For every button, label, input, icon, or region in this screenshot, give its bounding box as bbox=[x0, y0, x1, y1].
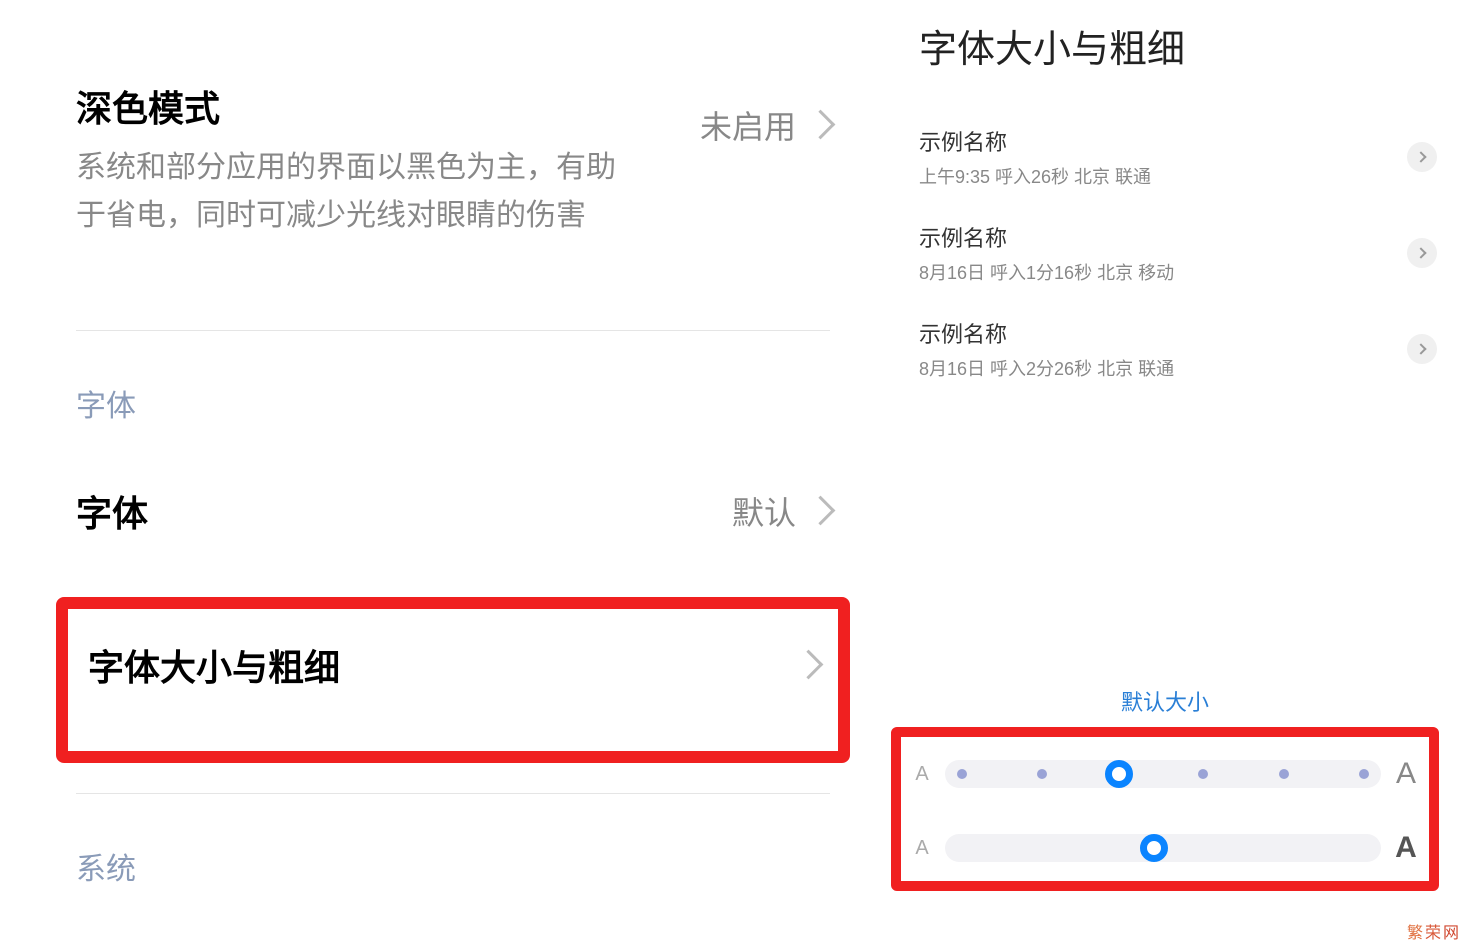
font-value: 默认 bbox=[732, 488, 796, 534]
chevron-right-icon bbox=[814, 497, 830, 525]
chevron-right-icon bbox=[802, 651, 818, 679]
slider-stop bbox=[957, 769, 967, 779]
slider-stop bbox=[1279, 769, 1289, 779]
font-value-area: 默认 bbox=[732, 488, 830, 534]
chevron-right-icon bbox=[814, 111, 830, 139]
dark-mode-row[interactable]: 深色模式 系统和部分应用的界面以黑色为主，有助于省电，同时可减少光线对眼睛的伤害… bbox=[76, 80, 830, 290]
font-row[interactable]: 字体 默认 bbox=[76, 485, 830, 587]
section-header-font: 字体 bbox=[76, 381, 830, 425]
sample-sub: 上午9:35 呼入26秒 北京 联通 bbox=[919, 163, 1407, 189]
slider-highlight-annotation: A A A A bbox=[891, 727, 1439, 891]
font-size-weight-title: 字体大小与粗细 bbox=[88, 639, 340, 691]
default-size-label: 默认大小 bbox=[885, 685, 1445, 717]
font-size-slider-row: A A bbox=[911, 757, 1419, 791]
font-weight-slider-row: A A bbox=[911, 831, 1419, 865]
slider-stop bbox=[1198, 769, 1208, 779]
sample-sub: 8月16日 呼入2分26秒 北京 联通 bbox=[919, 355, 1407, 381]
highlight-annotation: 字体大小与粗细 bbox=[56, 597, 850, 763]
letter-small-icon: A bbox=[911, 763, 933, 786]
letter-thin-icon: A bbox=[911, 837, 933, 860]
dark-mode-value: 未启用 bbox=[700, 102, 796, 148]
font-weight-slider[interactable] bbox=[945, 834, 1381, 862]
watermark: 繁荣网 bbox=[1407, 919, 1461, 943]
divider bbox=[76, 793, 830, 794]
sample-row[interactable]: 示例名称 上午9:35 呼入26秒 北京 联通 bbox=[895, 113, 1461, 209]
slider-stop bbox=[1037, 769, 1047, 779]
sample-title: 示例名称 bbox=[919, 317, 1407, 349]
right-title: 字体大小与粗细 bbox=[895, 0, 1461, 113]
font-size-slider[interactable] bbox=[945, 760, 1381, 788]
sample-title: 示例名称 bbox=[919, 221, 1407, 253]
divider bbox=[76, 330, 830, 331]
sample-title: 示例名称 bbox=[919, 125, 1407, 157]
info-icon[interactable] bbox=[1407, 142, 1437, 172]
slider-thumb[interactable] bbox=[1140, 834, 1168, 862]
font-size-weight-row[interactable]: 字体大小与粗细 bbox=[78, 639, 828, 691]
section-header-system: 系统 bbox=[76, 844, 830, 888]
info-icon[interactable] bbox=[1407, 238, 1437, 268]
sample-sub: 8月16日 呼入1分16秒 北京 移动 bbox=[919, 259, 1407, 285]
slider-thumb[interactable] bbox=[1105, 760, 1133, 788]
slider-stop bbox=[1359, 769, 1369, 779]
sample-row[interactable]: 示例名称 8月16日 呼入2分26秒 北京 联通 bbox=[895, 305, 1461, 401]
dark-mode-value-area: 未启用 bbox=[700, 102, 830, 148]
letter-large-icon: A bbox=[1393, 757, 1419, 791]
dark-mode-title: 深色模式 bbox=[76, 80, 636, 132]
letter-bold-icon: A bbox=[1393, 831, 1419, 865]
font-title: 字体 bbox=[76, 485, 148, 537]
info-icon[interactable] bbox=[1407, 334, 1437, 364]
sample-row[interactable]: 示例名称 8月16日 呼入1分16秒 北京 移动 bbox=[895, 209, 1461, 305]
dark-mode-desc: 系统和部分应用的界面以黑色为主，有助于省电，同时可减少光线对眼睛的伤害 bbox=[76, 144, 636, 240]
